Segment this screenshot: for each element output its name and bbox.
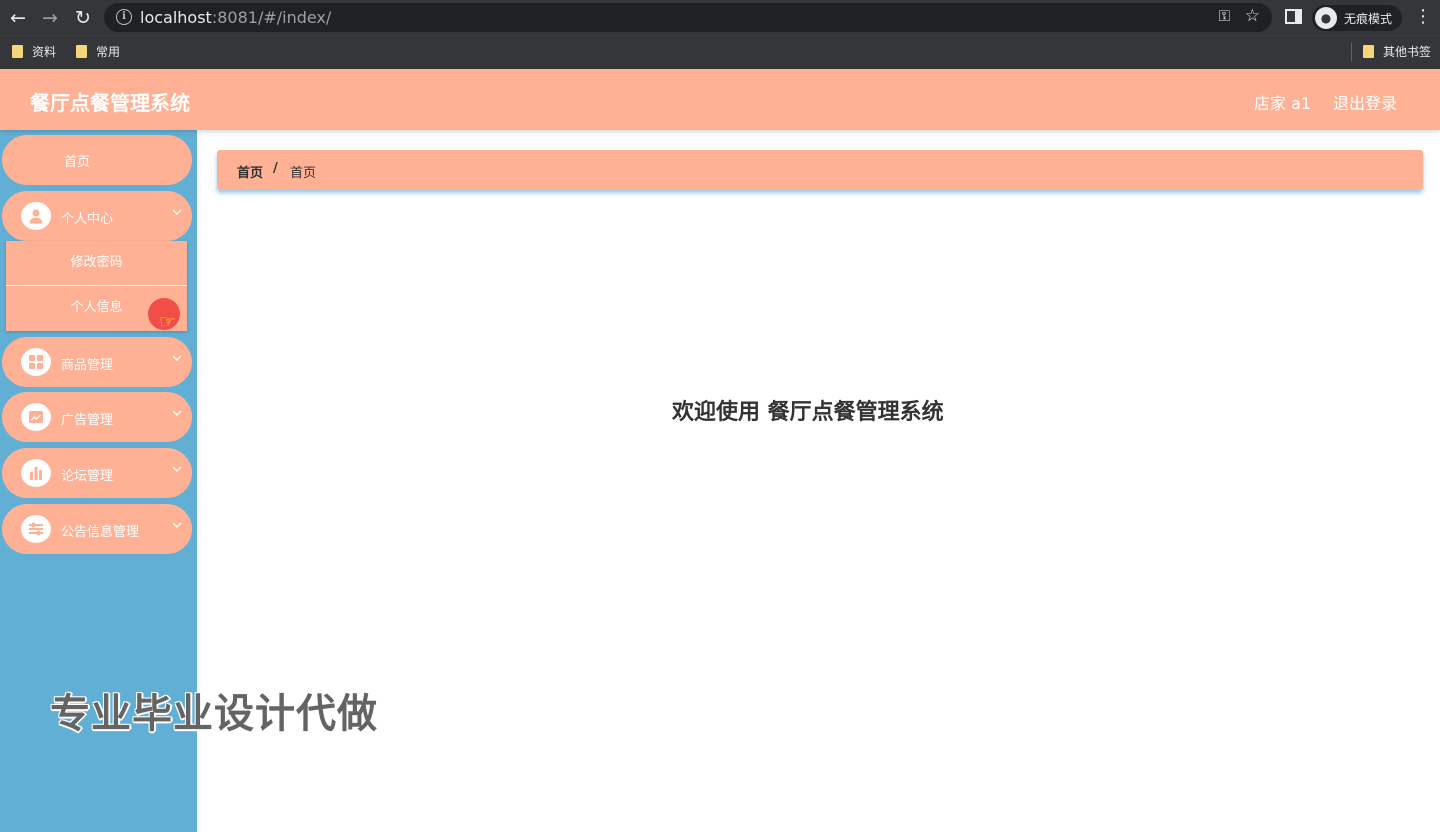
kebab-menu-icon[interactable]: ⋮ [1414, 5, 1432, 29]
sidebar-item-label: 公告信息管理 [61, 525, 140, 540]
url-path: :8081/#/index/ [211, 8, 332, 27]
sidebar-item-announcements[interactable]: 公告信息管理 [2, 504, 192, 554]
logout-button[interactable]: 退出登录 [1333, 90, 1397, 114]
sidebar-item-label: 商品管理 [61, 358, 114, 373]
app-header: 餐厅点餐管理系统 店家 a1 退出登录 [0, 69, 1440, 130]
folder-icon [1363, 45, 1374, 58]
chevron-down-icon [172, 522, 182, 528]
sidebar-item-label: 个人中心 [61, 212, 114, 227]
url-host: localhost [140, 8, 212, 27]
sidebar-item-personal-center[interactable]: 个人中心 [2, 191, 192, 241]
side-panel-icon[interactable] [1285, 9, 1302, 24]
welcome-text: 欢迎使用 餐厅点餐管理系统 [672, 400, 944, 425]
chevron-down-icon [172, 466, 182, 472]
breadcrumb: 首页 / 首页 [217, 150, 1423, 190]
watermark-text: 专业毕业设计代做 [50, 691, 378, 737]
bookmark-label: 其他书签 [1383, 45, 1432, 59]
chevron-down-icon [172, 209, 182, 215]
sidebar-item-ads[interactable]: 广告管理 [2, 392, 192, 442]
bookmark-label: 常用 [96, 45, 121, 59]
incognito-icon: ● [1315, 7, 1337, 29]
address-bar[interactable]: i localhost:8081/#/index/ ⚿ ☆ [104, 3, 1272, 32]
sidebar-item-forum[interactable]: 论坛管理 [2, 448, 192, 498]
sidebar-item-home[interactable]: 首页 [2, 135, 192, 185]
folder-icon [76, 45, 87, 58]
breadcrumb-separator: / [273, 161, 278, 176]
hand-cursor-icon: ☞ [159, 311, 177, 333]
reload-icon[interactable]: ↻ [71, 6, 95, 30]
address-url[interactable]: localhost:8081/#/index/ [140, 8, 331, 27]
bar-chart-icon [21, 459, 51, 487]
chevron-down-icon [172, 355, 182, 361]
current-user: 店家 a1 [1254, 94, 1312, 113]
sidebar-item-label: 广告管理 [61, 413, 114, 428]
incognito-label: 无痕模式 [1344, 12, 1393, 26]
user-icon [21, 202, 51, 230]
chevron-down-icon [172, 410, 182, 416]
submenu-item-change-password[interactable]: 修改密码 [6, 241, 187, 285]
browser-toolbar: ← → ↻ i localhost:8081/#/index/ ⚿ ☆ ● 无痕… [0, 0, 1440, 35]
app-title: 餐厅点餐管理系统 [30, 91, 190, 115]
trend-chart-icon [21, 403, 51, 431]
star-icon[interactable]: ☆ [1245, 6, 1260, 26]
bookmark-folder-0[interactable]: 资料 [12, 44, 56, 60]
key-icon[interactable]: ⚿ [1219, 7, 1230, 25]
bookmark-label: 资料 [32, 45, 57, 59]
grid-icon [21, 348, 51, 376]
breadcrumb-current: 首页 [290, 166, 317, 181]
info-icon[interactable]: i [116, 9, 132, 25]
forward-arrow-icon[interactable]: → [38, 6, 62, 30]
sliders-icon [21, 515, 51, 543]
bookmarks-bar: 资料 常用 其他书签 [0, 35, 1440, 69]
back-arrow-icon[interactable]: ← [6, 6, 30, 30]
bookmarks-divider [1351, 43, 1352, 61]
incognito-indicator[interactable]: ● 无痕模式 [1312, 5, 1402, 31]
breadcrumb-home[interactable]: 首页 [237, 162, 263, 181]
bookmark-folder-1[interactable]: 常用 [76, 44, 120, 60]
sidebar-item-products[interactable]: 商品管理 [2, 337, 192, 387]
folder-icon [12, 45, 23, 58]
other-bookmarks[interactable]: 其他书签 [1363, 44, 1431, 60]
sidebar-item-label: 首页 [63, 155, 90, 170]
sidebar-item-label: 论坛管理 [61, 469, 114, 484]
